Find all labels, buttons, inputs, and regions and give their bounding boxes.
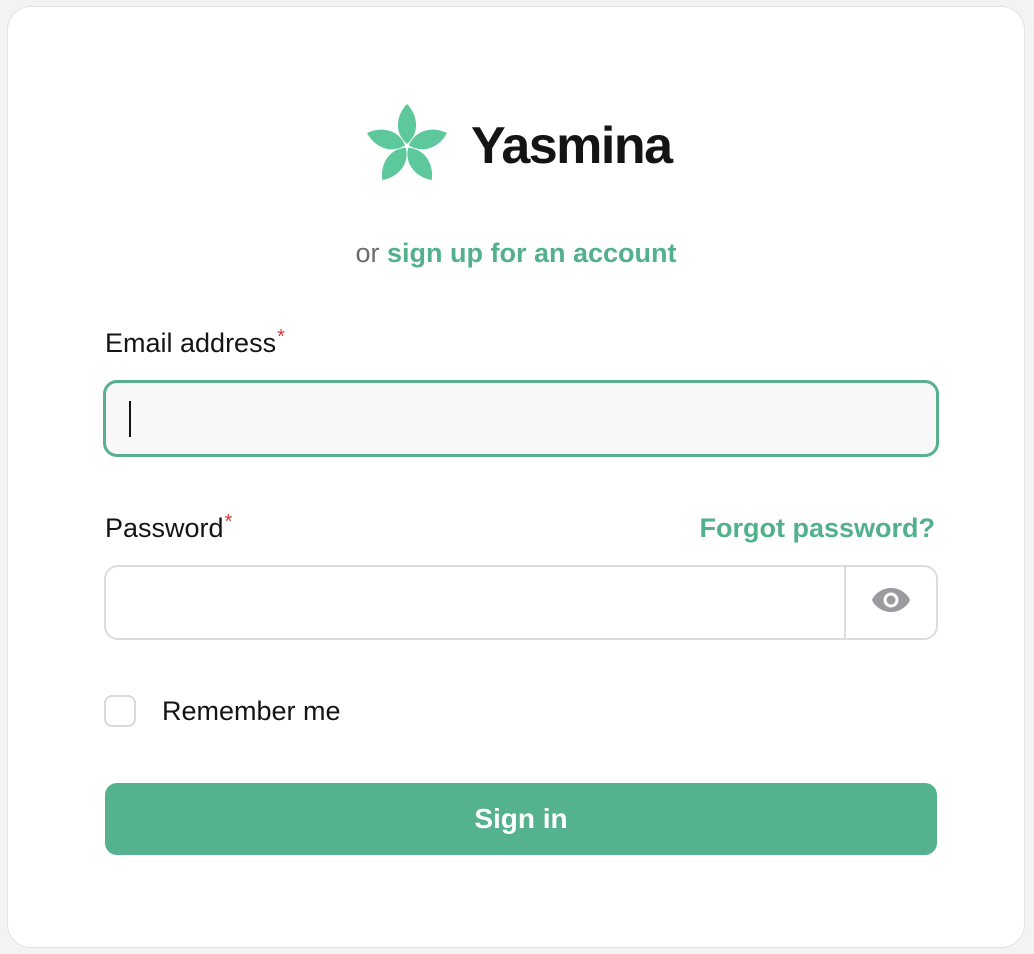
- email-label: Email address*: [105, 326, 285, 359]
- password-field-group: [104, 565, 938, 640]
- signup-prompt: or sign up for an account: [8, 237, 1024, 269]
- forgot-password-link[interactable]: Forgot password?: [700, 512, 936, 544]
- brand-name: Yasmina: [471, 117, 673, 175]
- sign-in-button[interactable]: Sign in: [105, 783, 937, 855]
- remember-me-label[interactable]: Remember me: [162, 695, 341, 727]
- signup-link[interactable]: sign up for an account: [387, 238, 677, 268]
- signup-prefix: or: [355, 238, 380, 268]
- email-field[interactable]: [103, 380, 939, 457]
- password-label-text: Password: [105, 513, 224, 543]
- brand-logo: Yasmina: [363, 101, 673, 191]
- remember-me-checkbox[interactable]: [104, 695, 136, 727]
- required-mark: *: [224, 511, 233, 533]
- login-card: Yasmina or sign up for an account Email …: [7, 6, 1025, 948]
- text-caret: [129, 401, 131, 437]
- toggle-password-visibility-button[interactable]: [844, 567, 936, 638]
- flower-icon: [363, 102, 451, 190]
- required-mark: *: [277, 326, 285, 348]
- password-label: Password*: [105, 511, 233, 544]
- password-field[interactable]: [106, 567, 844, 638]
- email-label-text: Email address: [105, 328, 277, 358]
- eye-icon: [871, 586, 911, 619]
- remember-me-row: Remember me: [104, 695, 341, 727]
